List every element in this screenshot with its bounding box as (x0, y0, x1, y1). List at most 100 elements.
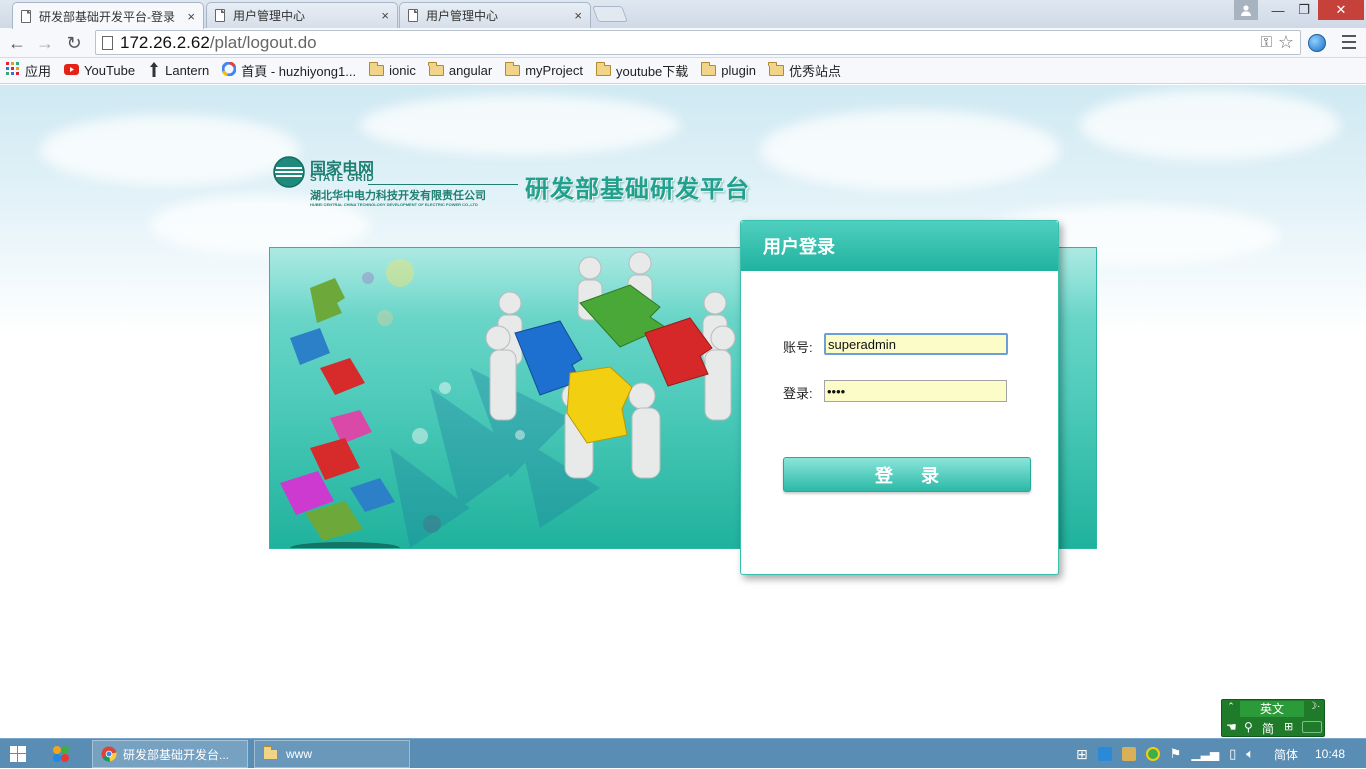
folder-icon (768, 62, 784, 76)
address-host: 172.26.2.62 (120, 32, 210, 52)
folder-icon (428, 62, 444, 76)
task-label: www (286, 747, 312, 761)
windows-tray-icon[interactable]: ⊞ (1076, 746, 1088, 763)
bookmark-label: myProject (525, 63, 584, 78)
bookmark-label: 优秀站点 (788, 64, 841, 79)
apps-grid-icon (6, 62, 20, 79)
chrome-icon (101, 746, 117, 762)
tab-close-icon[interactable]: × (574, 8, 582, 23)
signal-icon[interactable]: ▁▃▅ (1191, 747, 1219, 761)
network-error-icon[interactable]: ⚑ (1170, 746, 1182, 762)
page-icon (408, 9, 418, 22)
ime-punct-icon[interactable]: ☽· (1308, 701, 1320, 712)
logo-company-en: HUBEI CENTRAL CHINA TECHNOLOGY DEVELOPME… (310, 202, 478, 207)
page-icon (215, 9, 225, 22)
bookmark-label: angular (448, 63, 493, 78)
bookmark-folder-youtube-download[interactable]: youtube下载 (595, 61, 689, 80)
bookmark-folder-angular[interactable]: angular (428, 62, 493, 78)
logo-en-name: STATE GRID (310, 173, 375, 184)
bookmarks-bar: 应用 YouTube Lantern 首頁 - huzhiyong1... io… (0, 58, 1366, 84)
power-icon[interactable]: ▯ (1229, 746, 1236, 762)
security-tray-icon[interactable] (1145, 747, 1160, 761)
bookmark-label: Lantern (165, 63, 210, 78)
folder-icon (504, 62, 521, 76)
browser-tab-strip: 研发部基础开发平台-登录 × 用户管理中心 × 用户管理中心 × — ❐ ✕ (0, 0, 1366, 29)
ime-toolbar: ⌃ 英文 ☽· ☚ ⚲ 简 ⊞ (1221, 699, 1325, 737)
profile-icon[interactable] (1234, 0, 1258, 20)
qq-tray-icon[interactable] (1097, 747, 1112, 761)
password-input[interactable] (824, 380, 1007, 402)
system-tray: ⊞ ⚑ ▁▃▅ ▯ 🔈︎ (1076, 739, 1254, 769)
bookmark-youtube[interactable]: YouTube (64, 63, 135, 78)
browser-toolbar: ← → ↻ 172.26.2.62/plat/logout.do ⚿ ☆ (0, 28, 1366, 58)
bookmark-label: youtube下载 (616, 64, 689, 79)
bookmark-lantern[interactable]: Lantern (148, 61, 210, 80)
taskbar-item-chrome[interactable]: 研发部基础开发台... (92, 740, 248, 768)
ime-mode-toggle[interactable]: 英文 (1240, 701, 1304, 717)
ime-keyboard-icon[interactable] (1302, 721, 1322, 733)
page-viewport: 国家电网 STATE GRID 湖北华中电力科技开发有限责任公司 HUBEI C… (0, 85, 1366, 738)
back-button[interactable]: ← (6, 32, 28, 54)
bookmark-apps[interactable]: 应用 (6, 61, 51, 80)
tab-login[interactable]: 研发部基础开发平台-登录 × (12, 2, 204, 29)
folder-icon (262, 745, 278, 760)
ime-collapse-icon[interactable]: ⌃ (1224, 701, 1238, 717)
bookmark-folder-myproject[interactable]: myProject (504, 62, 584, 78)
logo-divider (368, 184, 518, 185)
tab-close-icon[interactable]: × (381, 8, 389, 23)
minimize-button[interactable]: — (1266, 0, 1290, 20)
password-label: 登录: (783, 386, 813, 401)
tab-close-icon[interactable]: × (187, 9, 195, 24)
pinned-app-icon[interactable] (52, 745, 70, 763)
google-icon (221, 61, 237, 79)
bookmark-homepage[interactable]: 首頁 - huzhiyong1... (221, 61, 357, 80)
login-panel: 用户登录 账号: 登录: 登录 (740, 220, 1059, 575)
logo-company-name: 湖北华中电力科技开发有限责任公司 (310, 190, 486, 202)
extension-globe-icon[interactable] (1308, 34, 1326, 52)
bookmark-label: plugin (721, 63, 756, 78)
address-bar[interactable]: 172.26.2.62/plat/logout.do ⚿ ☆ (95, 30, 1301, 55)
ime-simplified[interactable]: 简 (1262, 720, 1274, 737)
login-button[interactable]: 登录 (783, 457, 1031, 492)
bookmark-label: 首頁 - huzhiyong1... (241, 64, 357, 79)
bookmark-label: ionic (389, 63, 416, 78)
ime-search-icon[interactable]: ⚲ (1244, 720, 1253, 734)
forward-button[interactable]: → (34, 32, 56, 54)
address-path: /plat/logout.do (209, 32, 317, 52)
folder-icon (595, 62, 612, 76)
ime-grid-icon[interactable]: ⊞ (1284, 720, 1293, 733)
tab-user-management-2[interactable]: 用户管理中心 × (399, 2, 591, 28)
maximize-button[interactable]: ❐ (1292, 0, 1316, 20)
new-tab-button[interactable] (592, 6, 628, 22)
tab-title: 用户管理中心 (426, 9, 499, 23)
input-language[interactable]: 简体 (1274, 739, 1298, 769)
page-info-icon[interactable] (102, 36, 113, 50)
folder-icon (368, 62, 385, 76)
reload-button[interactable]: ↻ (63, 32, 85, 54)
tab-user-management-1[interactable]: 用户管理中心 × (206, 2, 398, 28)
bookmark-folder-ionic[interactable]: ionic (368, 62, 416, 78)
login-panel-header: 用户登录 (741, 221, 1058, 271)
tab-title: 用户管理中心 (233, 9, 306, 23)
windows-taskbar: 研发部基础开发台... www ⊞ ⚑ ▁▃▅ ▯ 🔈︎ 简体 10:48 (0, 738, 1366, 768)
bookmark-folder-plugin[interactable]: plugin (700, 62, 756, 78)
menu-icon[interactable] (1342, 35, 1356, 49)
youtube-icon (64, 63, 80, 78)
app-tray-icon[interactable] (1121, 747, 1136, 761)
close-window-button[interactable]: ✕ (1318, 0, 1364, 20)
clock[interactable]: 10:48 (1315, 739, 1345, 769)
volume-icon[interactable]: 🔈︎ (1246, 746, 1254, 762)
bookmark-label: 应用 (25, 64, 52, 79)
folder-icon (700, 62, 717, 76)
taskbar-item-folder[interactable]: www (254, 740, 410, 768)
bookmark-folder-sites[interactable]: 优秀站点 (768, 61, 841, 80)
bookmark-star-icon[interactable]: ☆ (1278, 32, 1294, 53)
tab-title: 研发部基础开发平台-登录 (39, 9, 175, 24)
ime-hand-icon[interactable]: ☚ (1226, 720, 1237, 734)
username-label: 账号: (783, 340, 813, 355)
key-icon[interactable]: ⚿ (1261, 34, 1272, 51)
task-label: 研发部基础开发台... (123, 747, 230, 762)
username-input[interactable] (824, 333, 1008, 355)
start-button[interactable] (10, 746, 26, 765)
windows-logo-icon (10, 746, 26, 762)
